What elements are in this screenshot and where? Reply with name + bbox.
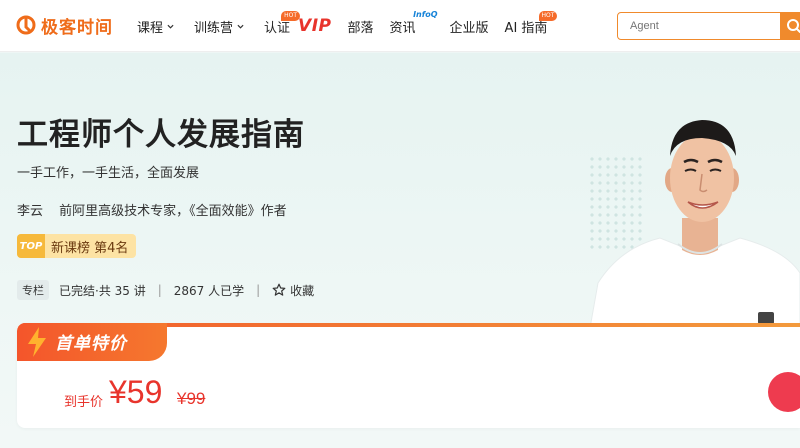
favorite-button[interactable]: 收藏: [272, 282, 314, 299]
promo-banner: 首单特价: [17, 323, 167, 361]
nav-item-label: 训练营: [194, 20, 234, 36]
buy-button[interactable]: [768, 372, 800, 412]
favorite-label: 收藏: [290, 283, 315, 298]
nav-item-label: 课程: [137, 20, 164, 36]
nav-item-bootcamp[interactable]: 训练营: [194, 0, 244, 52]
current-price: ¥59: [109, 374, 163, 410]
search-button[interactable]: [780, 12, 800, 40]
author-info: 李云 前阿里高级技术专家，《全面效能》作者: [17, 200, 287, 219]
logo-icon: [16, 15, 36, 35]
nav-item-courses[interactable]: 课程: [137, 0, 174, 52]
main-nav: 课程 训练营 认证 HOT VIP 部落 资讯 InfoQ 企业版 AI 指南 …: [137, 0, 558, 52]
course-subtitle: 一手工作，一手生活，全面发展: [17, 166, 200, 181]
author-name[interactable]: 李云: [17, 204, 43, 219]
nav-item-label: 企业版: [449, 20, 489, 36]
nav-item-label: 资讯: [389, 20, 416, 36]
nav-item-news[interactable]: 资讯 InfoQ: [389, 0, 438, 52]
logo-text: 极客时间: [41, 17, 113, 38]
hot-badge: HOT: [538, 11, 558, 21]
chevron-down-icon: [237, 24, 244, 29]
author-description: 前阿里高级技术专家，《全面效能》作者: [59, 204, 287, 219]
search-input[interactable]: [618, 13, 780, 39]
promo-label: 首单特价: [55, 334, 127, 354]
vip-label: VIP: [298, 16, 332, 36]
original-price: ¥99: [177, 389, 206, 408]
author-portrait: [590, 98, 800, 328]
divider: |: [157, 283, 162, 297]
star-icon: [272, 283, 286, 296]
top-icon: TOP: [17, 234, 45, 258]
lightning-icon: [28, 327, 46, 357]
logo[interactable]: 极客时间: [16, 13, 113, 38]
price-card: 首单特价 到手价 ¥59 ¥99: [17, 323, 800, 428]
learner-count: 2867 人已学: [173, 283, 245, 298]
divider: |: [256, 283, 261, 297]
chevron-down-icon: [167, 24, 174, 29]
search-box: [617, 12, 800, 40]
nav-item-vip[interactable]: VIP: [292, 0, 331, 52]
course-title: 工程师个人发展指南: [17, 117, 305, 153]
nav-item-enterprise[interactable]: 企业版: [450, 0, 489, 52]
nav-item-certification[interactable]: 认证 HOT: [264, 0, 301, 52]
ranking-text: 新课榜 第4名: [51, 240, 129, 256]
infoq-badge: InfoQ: [413, 10, 438, 19]
nav-item-tribe[interactable]: 部落: [348, 0, 374, 52]
column-tag: 专栏: [17, 280, 49, 300]
search-icon: [787, 19, 800, 33]
ranking-badge[interactable]: TOP 新课榜 第4名: [17, 234, 137, 258]
top-navigation-bar: 极客时间 课程 训练营 认证 HOT VIP 部落 资讯 InfoQ 企业版 A…: [0, 0, 800, 52]
nav-item-ai-guide[interactable]: AI 指南 HOT: [505, 0, 558, 52]
nav-item-label: 部落: [347, 20, 374, 36]
course-meta: 专栏 已完结·共 35 讲 | 2867 人已学 | 收藏: [17, 280, 314, 300]
lesson-status: 已完结·共 35 讲: [59, 283, 146, 298]
price-label: 到手价: [64, 395, 104, 410]
